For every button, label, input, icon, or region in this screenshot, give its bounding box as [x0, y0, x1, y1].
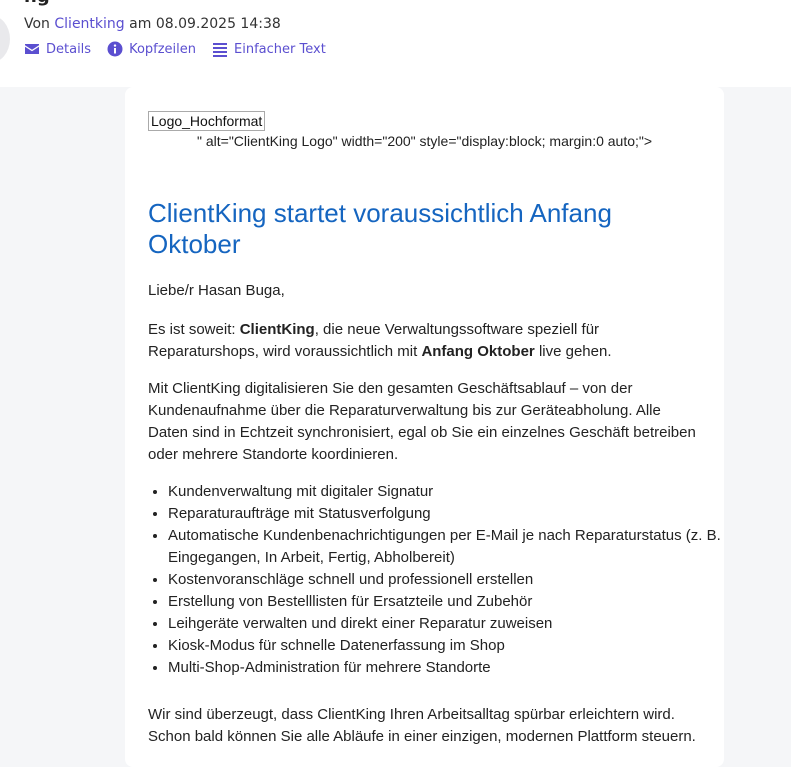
lines-icon — [213, 43, 228, 57]
from-prefix: Von — [24, 16, 50, 32]
broken-image-markup-text: " alt="ClientKing Logo" width="200" styl… — [197, 133, 653, 149]
closing-paragraph: Wir sind überzeugt, dass ClientKing Ihre… — [148, 706, 696, 745]
list-item: Kiosk-Modus für schnelle Datenerfassung … — [168, 635, 723, 657]
list-item: Automatische Kundenbenachrichtigungen pe… — [168, 525, 723, 569]
list-item: Kostenvoranschläge schnell und professio… — [168, 569, 723, 591]
greeting: Liebe/r Hasan Buga, — [148, 282, 285, 299]
headers-label: Kopfzeilen — [129, 41, 197, 57]
sender-line: Von Clientking am 08.09.2025 14:38 — [24, 16, 281, 32]
feature-list: Kundenverwaltung mit digitaler Signatur … — [148, 481, 723, 679]
email-headline: ClientKing startet voraussichtlich Anfan… — [148, 198, 612, 259]
intro-launch-date: Anfang Oktober — [421, 343, 535, 360]
intro-product-name: ClientKing — [239, 321, 315, 338]
list-item: Multi-Shop-Administration für mehrere St… — [168, 657, 723, 679]
message-date: 08.09.2025 14:38 — [155, 16, 281, 32]
list-item: Leihgeräte verwalten und direkt einer Re… — [168, 613, 723, 635]
email-body: Logo_Hochformat " alt="ClientKing Logo" … — [125, 87, 724, 767]
details-button[interactable]: Details — [24, 41, 91, 57]
list-item: Reparaturaufträge mit Statusverfolgung — [168, 503, 723, 525]
headers-button[interactable]: Kopfzeilen — [107, 41, 196, 57]
subject-title-partial: ng — [24, 0, 50, 7]
intro-paragraph: Es ist soweit: ClientKing, die neue Verw… — [148, 319, 703, 363]
date-prefix: am — [129, 16, 152, 32]
description-paragraph: Mit ClientKing digitalisieren Sie den ge… — [148, 380, 696, 463]
sender-link[interactable]: Clientking — [54, 16, 124, 32]
header-actions: Details Kopfzeilen Einfacher Text — [24, 41, 326, 57]
message-header: ng Von Clientking am 08.09.2025 14:38 De… — [0, 0, 791, 87]
list-item: Kundenverwaltung mit digitaler Signatur — [168, 481, 723, 503]
plain-text-button[interactable]: Einfacher Text — [212, 41, 326, 57]
details-label: Details — [46, 41, 92, 57]
list-item: Erstellung von Bestelllisten für Ersatzt… — [168, 591, 723, 613]
sender-avatar — [0, 15, 10, 63]
intro-text-1: Es ist soweit: — [148, 321, 240, 338]
envelope-icon — [25, 44, 39, 54]
logo-image-placeholder: Logo_Hochformat — [148, 111, 266, 131]
plain-text-label: Einfacher Text — [234, 41, 326, 57]
info-icon — [107, 41, 123, 57]
intro-text-3: live gehen. — [534, 343, 612, 360]
